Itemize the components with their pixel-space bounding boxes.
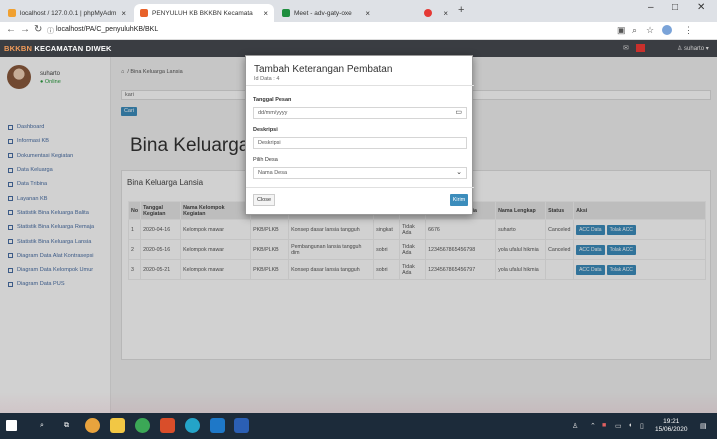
description-label: Deskripsi (253, 127, 278, 133)
user-menu[interactable]: ♙ suharto ▾ (677, 45, 709, 52)
browser-tab-recording[interactable]: × (418, 4, 454, 22)
date-input[interactable]: dd/mm/yyyy ▭ (253, 107, 467, 119)
tab-label: localhost / 127.0.0.1 | phpMyAdm (20, 9, 117, 17)
modal-dialog: Tambah Keterangan Pembatan Id Data : 4 T… (245, 55, 474, 215)
modal-title: Tambah Keterangan Pembatan (254, 64, 393, 75)
close-window-icon[interactable]: ✕ (697, 2, 705, 13)
brand-prefix: BKKBN (4, 44, 33, 53)
app-brand[interactable]: BKKBN KECAMATAN DIWEK (4, 44, 112, 53)
description-input[interactable]: Deskripsi (253, 137, 467, 149)
maximize-icon[interactable]: □ (672, 2, 678, 13)
close-icon[interactable]: × (438, 9, 448, 18)
notification-center-icon[interactable]: ▤ (700, 422, 707, 430)
back-icon[interactable]: ← (6, 24, 16, 35)
minimize-icon[interactable]: – (648, 2, 654, 13)
site-favicon-icon (140, 9, 148, 17)
close-icon[interactable]: × (360, 9, 370, 18)
volume-icon[interactable]: ◖ (628, 422, 632, 429)
network-icon[interactable]: ▭ (615, 422, 622, 430)
star-icon[interactable]: ☆ (646, 25, 654, 36)
system-clock[interactable]: 19:21 15/06/2020 (655, 418, 688, 434)
date-label: Tanggal Pesan (253, 97, 292, 103)
desa-label: Pilih Desa (253, 157, 278, 163)
people-icon[interactable]: ♙ (572, 422, 578, 430)
close-icon[interactable]: × (116, 9, 126, 18)
menu-dots-icon[interactable]: ⋮ (684, 25, 693, 36)
profile-avatar[interactable] (662, 25, 672, 35)
browser-app-icon[interactable] (135, 418, 150, 433)
zoom-icon[interactable]: ⌕ (632, 25, 637, 36)
clock-date: 15/06/2020 (655, 426, 688, 433)
mail-icon[interactable]: ✉ (623, 44, 629, 52)
office-icon[interactable] (160, 418, 175, 433)
chevron-up-icon[interactable]: ⌃ (590, 422, 596, 430)
browser-tab-strip: localhost / 127.0.0.1 | phpMyAdm × PENYU… (0, 0, 717, 22)
address-bar[interactable]: localhost/PA/C_penyuluhKB/BKL (56, 26, 158, 33)
meet-icon (282, 9, 290, 17)
vscode-icon[interactable] (210, 418, 225, 433)
edge-icon[interactable] (185, 418, 200, 433)
desa-select[interactable]: Nama Desa ⌄ (253, 167, 467, 179)
browser-toolbar: ← → ↻ ⓘ localhost/PA/C_penyuluhKB/BKL ▣ … (0, 22, 717, 40)
word-icon[interactable] (234, 418, 249, 433)
date-placeholder: dd/mm/yyyy (258, 110, 288, 116)
taskbar: ⌕ ⧉ ♙ ⌃ ■ ▭ ◖ ▯ 19:21 15/06/2020 ▤ (0, 413, 717, 439)
new-tab-icon[interactable]: + (458, 4, 464, 16)
browser-tab-phpmyadmin[interactable]: localhost / 127.0.0.1 | phpMyAdm × (2, 4, 132, 22)
chrome-icon[interactable] (85, 418, 100, 433)
search-icon[interactable]: ⌕ (40, 422, 44, 430)
windows-start-icon[interactable] (6, 420, 17, 431)
recording-icon (424, 9, 432, 17)
forward-icon[interactable]: → (20, 24, 30, 35)
task-view-icon[interactable]: ⧉ (64, 422, 69, 430)
phpmyadmin-icon (8, 9, 16, 17)
battery-icon[interactable]: ▯ (640, 422, 644, 430)
submit-button[interactable]: Kirim (450, 194, 468, 206)
user-name-top: suharto (684, 46, 705, 52)
close-button[interactable]: Close (253, 194, 275, 206)
tab-label: PENYULUH KB BKKBN Kecamata (152, 9, 253, 17)
brand-rest: KECAMATAN DIWEK (32, 44, 112, 53)
antivirus-icon[interactable]: ■ (602, 422, 606, 429)
clock-time: 19:21 (663, 418, 680, 425)
notification-badge[interactable] (636, 44, 645, 52)
close-icon[interactable]: × (258, 9, 268, 18)
cast-icon[interactable]: ▣ (617, 25, 626, 36)
modal-subtitle: Id Data : 4 (254, 76, 280, 82)
info-icon[interactable]: ⓘ (47, 26, 54, 36)
divider (246, 85, 474, 86)
divider (246, 187, 474, 188)
desa-selected: Nama Desa (258, 170, 288, 176)
calendar-icon[interactable]: ▭ (455, 108, 462, 118)
file-explorer-icon[interactable] (110, 418, 125, 433)
browser-tab-meet[interactable]: Meet - adv-gaty-oxe × (276, 4, 376, 22)
tab-label: Meet - adv-gaty-oxe (294, 9, 352, 17)
browser-tab-penyuluh[interactable]: PENYULUH KB BKKBN Kecamata × (134, 4, 274, 22)
reload-icon[interactable]: ↻ (34, 24, 42, 35)
chevron-down-icon: ⌄ (456, 169, 462, 176)
